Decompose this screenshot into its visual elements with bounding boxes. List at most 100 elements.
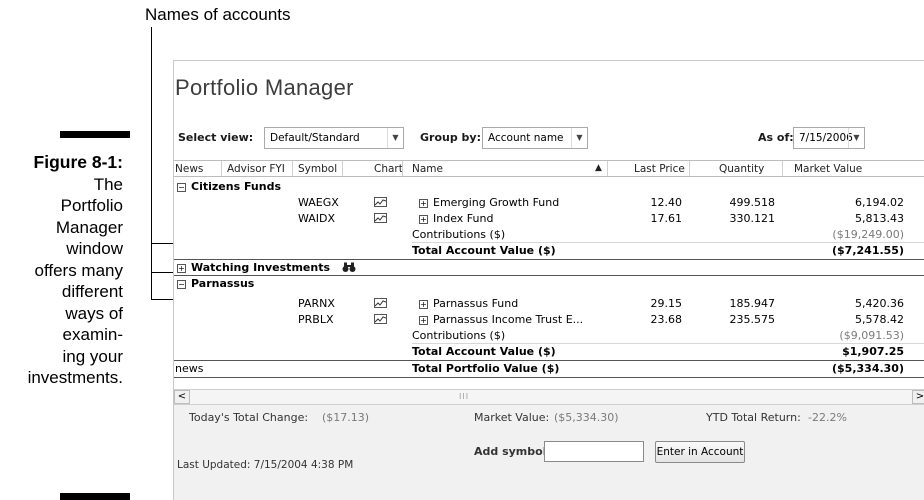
enter-in-account-button[interactable]: Enter in Account [655, 441, 745, 463]
expand-icon[interactable]: + [177, 263, 186, 273]
column-header-advisor[interactable]: Advisor FYI [227, 163, 285, 175]
market-value-cell: 5,813.43 [855, 212, 904, 225]
column-header-symbol[interactable]: Symbol [298, 163, 337, 175]
account-group-watching[interactable]: + Watching Investments [174, 260, 924, 275]
as-of-label: As of: [758, 131, 794, 144]
quantity-cell: 499.518 [729, 196, 776, 209]
market-value-cell: 6,194.02 [855, 196, 904, 209]
as-of-date-picker[interactable]: 7/15/2006 ▼ [793, 127, 865, 149]
add-symbols-input[interactable] [544, 441, 644, 462]
column-header-market-value[interactable]: Market Value [794, 163, 904, 175]
market-value-cell: 5,420.36 [855, 297, 904, 310]
contributions-label: Contributions ($) [412, 228, 506, 241]
account-group-parnassus[interactable]: − Parnassus [174, 276, 924, 291]
symbol-cell: WAEGX [298, 196, 339, 209]
figure-line: offers many [34, 260, 123, 280]
quantity-cell: 330.121 [729, 212, 776, 225]
callout-line-to-parnassus [151, 299, 175, 300]
figure-line: window [66, 239, 123, 258]
figure-line: ways of [65, 303, 123, 323]
collapse-icon[interactable]: − [177, 182, 186, 192]
news-link[interactable]: news [175, 362, 203, 375]
name-cell: + Parnassus Fund [419, 297, 519, 310]
scrollbar-grip[interactable]: III [459, 392, 469, 401]
last-price-cell: 23.68 [650, 313, 683, 326]
portfolio-total-value: ($5,334.30) [832, 362, 904, 375]
account-name: Watching Investments [191, 261, 330, 274]
select-view-label: Select view: [178, 131, 254, 144]
contributions-value: ($9,091.53) [839, 329, 904, 342]
figure-rule-top [60, 131, 130, 138]
expand-icon[interactable]: + [419, 315, 428, 325]
account-name: Citizens Funds [191, 180, 281, 193]
market-value-value: ($5,334.30) [554, 411, 619, 424]
horizontal-scrollbar[interactable]: < III > [174, 389, 924, 405]
summary-status-bar: Today's Total Change: ($17.13) Market Va… [174, 405, 924, 433]
holding-row[interactable]: WAIDX + Index Fund 17.61 330.121 5,813.43 [174, 211, 924, 226]
portfolio-total-row: news Total Portfolio Value ($) ($5,334.3… [174, 361, 924, 376]
todays-change-value: ($17.13) [322, 411, 370, 424]
figure-line: The [93, 174, 123, 194]
group-by-dropdown[interactable]: Account name ▼ [482, 127, 588, 149]
ytd-return-value: -22.2% [808, 411, 847, 424]
column-header-quantity[interactable]: Quantity [719, 163, 775, 175]
holding-row[interactable]: WAEGX + Emerging Growth Fund 12.40 499.51… [174, 195, 924, 210]
market-value-label: Market Value: [474, 411, 550, 424]
figure-label: Figure 8-1: [33, 152, 123, 172]
collapse-icon[interactable]: − [177, 279, 186, 289]
callout-line-to-watching [151, 272, 175, 273]
name-cell: + Emerging Growth Fund [419, 196, 560, 209]
portfolio-total-label: Total Portfolio Value ($) [412, 362, 560, 375]
callout-line-to-citizens [151, 243, 175, 244]
last-price-cell: 17.61 [650, 212, 683, 225]
quantity-cell: 235.575 [729, 313, 776, 326]
group-by-label: Group by: [420, 131, 481, 144]
portfolio-manager-window: Portfolio Manager Select view: Default/S… [173, 60, 924, 500]
figure-line: ing your [62, 346, 123, 366]
account-total-label: Total Account Value ($) [412, 244, 556, 257]
column-header-name[interactable]: Name [412, 163, 443, 175]
symbol-cell: WAIDX [298, 212, 336, 225]
select-view-value: Default/Standard [270, 132, 360, 144]
holding-row[interactable]: PRBLX + Parnassus Income Trust E... 23.68… [174, 312, 924, 327]
account-total-row: Total Account Value ($) ($7,241.55) [174, 243, 924, 258]
column-header-news[interactable]: News [175, 163, 203, 175]
account-total-row: Total Account Value ($) $1,907.25 [174, 344, 924, 359]
callout-names-of-accounts: Names of accounts [145, 5, 291, 24]
view-toolbar: Select view: Default/Standard ▼ Group by… [174, 123, 924, 151]
scroll-left-button[interactable]: < [174, 390, 190, 404]
account-group-citizens[interactable]: − Citizens Funds [174, 179, 924, 194]
symbol-cell: PRBLX [298, 313, 334, 326]
market-value-cell: 5,578.42 [855, 313, 904, 326]
expand-icon[interactable]: + [419, 214, 428, 224]
chevron-down-icon: ▼ [387, 128, 403, 148]
expand-icon[interactable]: + [419, 299, 428, 309]
binoculars-icon [342, 262, 356, 276]
figure-line: investments. [27, 368, 123, 387]
ytd-return-label: YTD Total Return: [706, 411, 801, 424]
contributions-value: ($19,249.00) [832, 228, 904, 241]
expand-icon[interactable]: + [419, 198, 428, 208]
scroll-right-button[interactable]: > [912, 390, 924, 404]
chevron-down-icon: ▼ [571, 128, 587, 148]
contributions-row: Contributions ($) ($9,091.53) [174, 328, 924, 343]
chart-icon[interactable] [374, 298, 387, 308]
last-updated-text: Last Updated: 7/15/2004 4:38 PM [177, 459, 354, 471]
column-header-last-price[interactable]: Last Price [634, 163, 685, 175]
name-cell: + Parnassus Income Trust E... [419, 313, 584, 326]
figure-line: Portfolio [60, 196, 123, 215]
chart-icon[interactable] [374, 197, 387, 207]
chart-icon[interactable] [374, 213, 387, 223]
figure-caption: Figure 8-1: The Portfolio Manager window… [0, 152, 123, 389]
footer: Last Updated: 7/15/2004 4:38 PM Add symb… [174, 433, 924, 500]
name-cell: + Index Fund [419, 212, 494, 225]
account-total-value: $1,907.25 [842, 345, 904, 358]
symbol-cell: PARNX [298, 297, 335, 310]
quantity-cell: 185.947 [729, 297, 776, 310]
holding-row[interactable]: PARNX + Parnassus Fund 29.15 185.947 5,42… [174, 296, 924, 311]
contributions-row: Contributions ($) ($19,249.00) [174, 227, 924, 242]
total-divider [174, 377, 924, 378]
select-view-dropdown[interactable]: Default/Standard ▼ [264, 127, 404, 149]
column-header-chart[interactable]: Chart [374, 163, 403, 175]
chart-icon[interactable] [374, 314, 387, 324]
